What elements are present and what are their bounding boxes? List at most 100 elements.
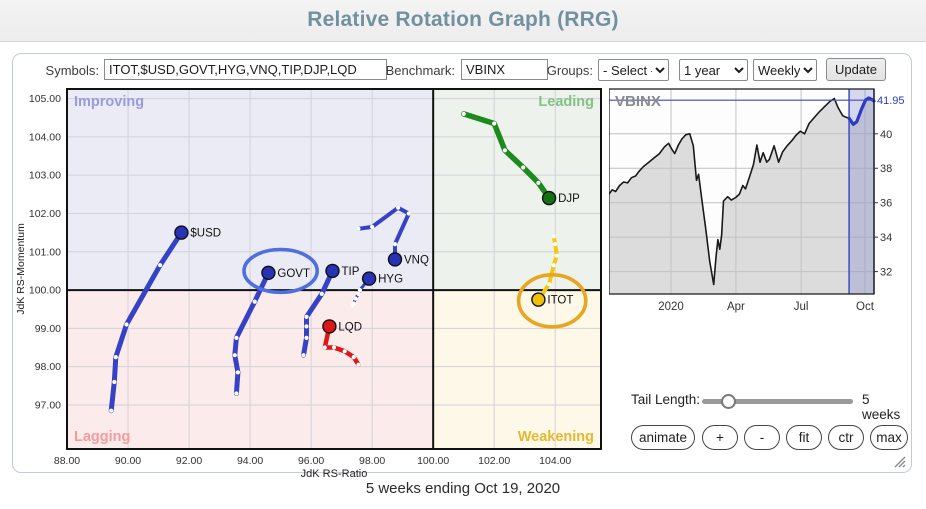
zoom-out-button[interactable]: - [744, 425, 780, 450]
y-tick-label: 99.00 [35, 323, 61, 335]
trail-node-DJP [503, 148, 507, 152]
trail-node-TIP [304, 336, 308, 340]
marker-VNQ[interactable] [389, 253, 402, 266]
marker-$USD[interactable] [175, 226, 188, 239]
groups-label: Groups: [541, 63, 593, 78]
y-tick-label: 102.00 [29, 208, 61, 220]
trail-node-LQD [332, 345, 336, 349]
trail-node-$USD [124, 322, 128, 326]
trail-node-HYG [353, 296, 357, 300]
x-tick-label: 100.00 [417, 455, 449, 467]
marker-label-LQD: LQD [338, 321, 362, 333]
benchmark-chart[interactable]: VBINX323436384041.952020AprJulOct [609, 81, 913, 341]
trail-node-ITOT [547, 282, 551, 286]
y-tick-label: 98.00 [35, 361, 61, 373]
main-panel: Symbols: Benchmark: Groups: - Select - 1… [12, 53, 912, 473]
tail-window-band [849, 89, 874, 294]
animate-button[interactable]: animate [631, 425, 695, 450]
date-tick-label: Apr [727, 301, 745, 313]
trail-node-TIP [304, 315, 308, 319]
trail-node-VNQ [393, 242, 397, 246]
tail-length-value: 5 weeks [862, 392, 911, 422]
trail-node-VNQ [396, 206, 400, 210]
trail-node-LQD [323, 345, 327, 349]
tail-length-slider-thumb[interactable] [721, 394, 736, 409]
zoom-in-button[interactable]: + [702, 425, 738, 450]
rrg-chart[interactable]: Improving Leading Lagging Weakening $USD GOVT… [13, 81, 613, 479]
marker-GOVT[interactable] [262, 266, 275, 279]
trail-node-ITOT [555, 254, 559, 258]
trail-node-$USD [109, 409, 113, 413]
quadrant-leading [433, 89, 601, 290]
price-tick-label: 40 [880, 129, 892, 141]
trail-node-DJP [536, 181, 540, 185]
x-tick-label: 92.00 [176, 455, 202, 467]
date-tick-label: 2020 [658, 301, 684, 313]
trail-node-VNQ [370, 225, 374, 229]
period-select[interactable]: 1 year [679, 59, 748, 81]
groups-select[interactable]: - Select - [598, 59, 669, 81]
trail-node-HYG [352, 301, 356, 305]
trail-node-TIP [320, 292, 324, 296]
frequency-select[interactable]: Weekly [753, 59, 817, 81]
marker-HYG[interactable] [363, 272, 376, 285]
y-axis-title: JdK RS-Momentum [15, 223, 27, 315]
title-bar: Relative Rotation Graph (RRG) [0, 0, 926, 42]
marker-TIP[interactable] [326, 264, 339, 277]
x-tick-label: 96.00 [298, 455, 324, 467]
quadrant-label-lagging: Lagging [74, 429, 130, 445]
date-tick-label: Jul [794, 301, 809, 313]
x-tick-label: 90.00 [115, 455, 141, 467]
marker-label-TIP: TIP [342, 266, 360, 278]
y-tick-label: 101.00 [29, 246, 61, 258]
marker-LQD[interactable] [323, 320, 336, 333]
trail-node-VNQ [356, 227, 360, 231]
marker-DJP[interactable] [543, 192, 556, 205]
trail-node-LQD [352, 355, 356, 359]
quadrant-weakening [433, 290, 601, 449]
trail-node-LQD [343, 349, 347, 353]
max-button[interactable]: max [870, 425, 908, 450]
trail-node-DJP [492, 121, 496, 125]
x-tick-label: 98.00 [359, 455, 385, 467]
trail-node-ITOT [553, 242, 557, 246]
trail-node-GOVT [233, 353, 237, 357]
fit-button[interactable]: fit [786, 425, 822, 450]
resize-handle-icon[interactable] [893, 455, 906, 468]
y-tick-label: 97.00 [35, 399, 61, 411]
benchmark-input[interactable] [461, 59, 548, 80]
page-title: Relative Rotation Graph (RRG) [0, 0, 926, 40]
chart-caption: 5 weeks ending Oct 19, 2020 [0, 480, 926, 497]
price-tick-label: 34 [880, 232, 892, 244]
marker-label-$USD: $USD [190, 228, 221, 240]
benchmark-chart-title: VBINX [615, 93, 661, 110]
x-tick-label: 94.00 [237, 455, 263, 467]
symbols-label: Symbols: [31, 63, 99, 78]
trail-node-ITOT [552, 263, 556, 267]
trail-node-GOVT [253, 300, 257, 304]
quadrant-label-leading: Leading [538, 94, 594, 110]
y-tick-label: 100.00 [29, 285, 61, 297]
marker-label-GOVT: GOVT [277, 268, 310, 280]
trail-node-HYG [358, 288, 362, 292]
x-tick-label: 104.00 [539, 455, 571, 467]
y-tick-label: 103.00 [29, 170, 61, 182]
trail-node-$USD [112, 380, 116, 384]
quadrant-label-weakening: Weakening [518, 429, 594, 445]
trail-node-GOVT [234, 391, 238, 395]
tail-length-slider-track[interactable] [702, 399, 853, 404]
marker-label-HYG: HYG [378, 274, 403, 286]
price-tick-label: 36 [880, 198, 892, 210]
trail-node-ITOT [552, 234, 556, 238]
trail-node-LQD [356, 363, 360, 367]
quadrant-label-improving: Improving [74, 94, 144, 110]
symbols-input[interactable] [104, 59, 387, 80]
marker-label-ITOT: ITOT [547, 295, 573, 307]
update-button[interactable]: Update [826, 58, 886, 81]
last-value-label: 41.95 [877, 95, 905, 107]
marker-ITOT[interactable] [532, 293, 545, 306]
marker-label-DJP: DJP [558, 193, 580, 205]
x-axis-title: JdK RS-Ratio [301, 468, 368, 479]
date-tick-label: Oct [856, 301, 875, 313]
center-button[interactable]: ctr [828, 425, 864, 450]
